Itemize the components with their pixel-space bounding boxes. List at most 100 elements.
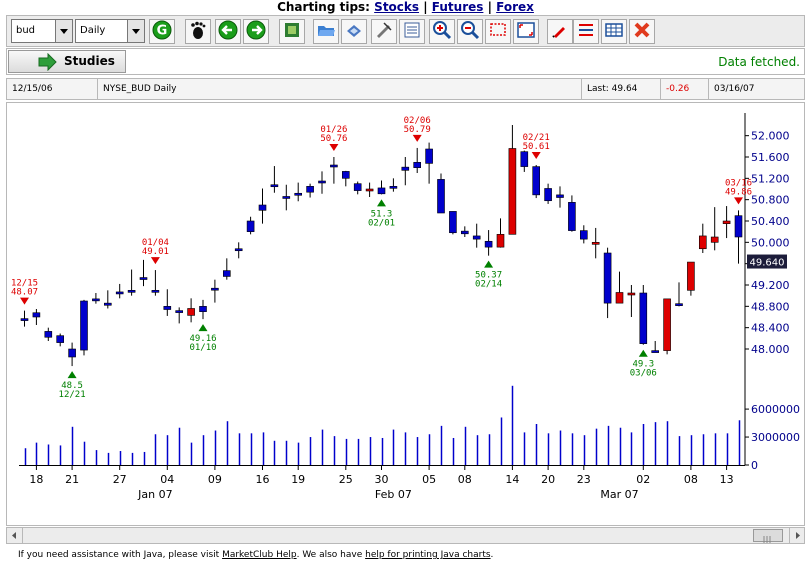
chart-panel[interactable]: 48.07 12/15 48.5 12/21 49.01 01/04 49.16 01/10 5…: [6, 102, 805, 526]
lines-button[interactable]: [573, 19, 599, 44]
date-tick-label: 18: [29, 473, 43, 486]
sell-signal-marker: [734, 197, 743, 205]
buy-signal-date: 01/10: [189, 343, 216, 353]
fit-screen-icon: [517, 22, 535, 38]
candle-body: [234, 248, 243, 252]
candle-body: [365, 188, 374, 192]
date-tick-label: 23: [577, 473, 591, 486]
price-chart[interactable]: 48.0712/1548.512/2149.0101/0449.1601/105…: [7, 103, 804, 525]
period-combo[interactable]: Daily: [75, 19, 145, 43]
chart-save-button[interactable]: [279, 19, 305, 44]
go-button[interactable]: G: [149, 19, 175, 44]
futures-link[interactable]: Futures: [432, 0, 484, 14]
price-tick-label: 52.000: [751, 130, 790, 143]
candle-body: [710, 236, 719, 243]
candle-body: [603, 252, 612, 304]
symbol-value: bud: [16, 25, 36, 36]
scroll-left-button[interactable]: [7, 528, 23, 543]
sell-signal-price: 50.76: [320, 134, 347, 144]
info-bar: 12/15/06 NYSE_BUD Daily Last: 49.64 -0.2…: [6, 78, 805, 100]
symbol-combo[interactable]: bud: [11, 19, 73, 43]
candle-body: [615, 292, 624, 304]
candle-body: [92, 298, 100, 302]
candle-body: [675, 303, 683, 306]
print-button[interactable]: [341, 19, 367, 44]
date-tick-label: 14: [505, 473, 519, 486]
date-tick-label: 16: [256, 473, 270, 486]
candle-body: [104, 302, 112, 306]
month-label: Jan 07: [137, 488, 172, 501]
sell-signal-date: 03/16: [725, 178, 752, 188]
date-tick-label: 30: [375, 473, 389, 486]
price-tick-label: 51.200: [751, 172, 790, 185]
candle-body: [544, 188, 552, 202]
candle-body: [32, 312, 41, 318]
chevron-left-icon: [12, 532, 16, 539]
price-tick-label: 49.200: [751, 279, 790, 292]
candle-body: [377, 187, 386, 195]
scroll-right-button[interactable]: [789, 528, 805, 543]
forward-button[interactable]: [243, 19, 269, 44]
footer-text-1: If you need assistance with Java, please…: [18, 550, 223, 560]
candle-body: [341, 171, 350, 179]
footprint-button[interactable]: [185, 19, 211, 44]
charting-tips-header: Charting tips: Stocks | Futures | Forex: [0, 0, 811, 14]
sell-signal-date: 02/21: [523, 133, 550, 143]
pencil-button[interactable]: [547, 19, 573, 44]
candle-body: [223, 270, 231, 277]
date-tick-label: 02: [636, 473, 650, 486]
studies-label: Studies: [64, 54, 115, 68]
forex-link[interactable]: Forex: [496, 0, 534, 14]
separator-1: |: [419, 0, 432, 14]
marketclub-help-link[interactable]: MarketClub Help: [222, 550, 297, 560]
report-button[interactable]: [399, 19, 425, 44]
horizontal-scrollbar[interactable]: [6, 527, 805, 544]
candle-body: [627, 292, 636, 296]
select-area-icon: [490, 23, 506, 36]
back-arrow-icon: [218, 20, 238, 40]
back-button[interactable]: [215, 19, 241, 44]
grid-button[interactable]: [601, 19, 627, 44]
zoom-in-button[interactable]: [429, 19, 455, 44]
candle-body: [20, 318, 29, 321]
candle-body: [187, 308, 195, 316]
price-tick-label: 50.000: [751, 236, 790, 249]
date-tick-label: 21: [65, 473, 79, 486]
lines-icon: [579, 24, 593, 36]
open-button[interactable]: [313, 19, 339, 44]
zoom-out-button[interactable]: [457, 19, 483, 44]
candle-body: [687, 261, 695, 291]
candle-body: [722, 220, 731, 224]
pencil-icon: [552, 27, 565, 38]
buy-signal-date: 02/01: [368, 218, 395, 228]
select-area-button[interactable]: [485, 19, 511, 44]
chevron-down-icon[interactable]: [55, 20, 72, 42]
sell-signal-date: 12/15: [11, 279, 38, 289]
close-button[interactable]: [629, 19, 655, 44]
scroll-thumb[interactable]: [753, 529, 783, 543]
end-date: 03/16/07: [714, 84, 755, 94]
start-date: 12/15/06: [7, 79, 98, 99]
buy-signal-marker: [638, 349, 648, 357]
candle-body: [175, 310, 183, 313]
buy-signal-marker: [377, 199, 386, 207]
candle-body: [401, 166, 410, 171]
fit-button[interactable]: [513, 19, 539, 44]
stocks-link[interactable]: Stocks: [374, 0, 419, 14]
candle-body: [449, 211, 457, 234]
candle-body: [294, 192, 303, 196]
price-tick-label: 50.400: [751, 215, 790, 228]
sell-signal-date: 01/26: [320, 125, 347, 135]
draw-button[interactable]: [371, 19, 397, 44]
date-tick-label: 05: [422, 473, 436, 486]
month-label: Mar 07: [600, 488, 638, 501]
sell-signal-marker: [412, 134, 422, 142]
folder-open-icon: [318, 26, 335, 36]
chevron-down-icon[interactable]: [127, 20, 144, 42]
symbol-label: NYSE_BUD Daily: [98, 79, 582, 99]
candle-body: [663, 298, 671, 351]
studies-button[interactable]: Studies: [8, 50, 126, 73]
candle-body: [579, 230, 588, 240]
printing-help-link[interactable]: help for printing Java charts: [365, 550, 490, 560]
grid-icon: [605, 23, 623, 37]
